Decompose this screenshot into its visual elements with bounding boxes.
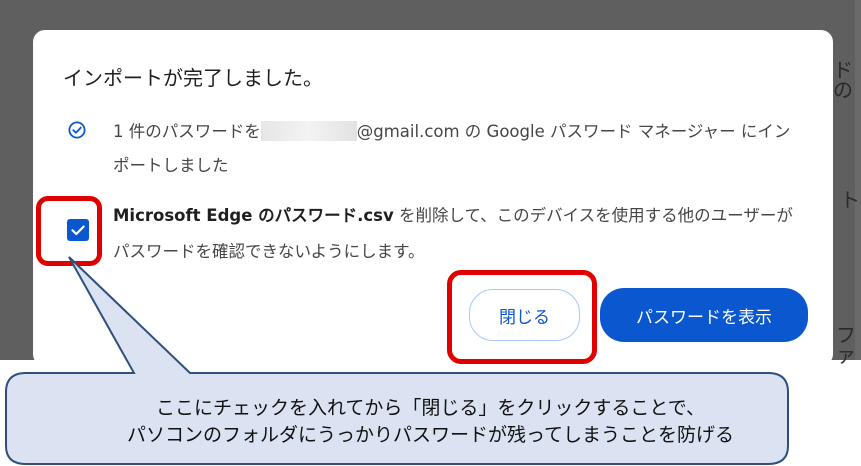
- callout-line-1: ここにチェックを入れてから「閉じる」をクリックすることで、: [155, 397, 706, 419]
- delete-file-text: Microsoft Edge のパスワード.csv を削除して、このデバイスを使…: [113, 198, 803, 270]
- checkmark-icon: [71, 225, 85, 236]
- background-text-fragment: ドの: [833, 58, 853, 102]
- scrollbar-track[interactable]: [855, 0, 861, 360]
- background-text-fragment: ファ: [836, 323, 856, 367]
- close-button[interactable]: 閉じる: [469, 289, 580, 341]
- import-summary-text: 1 件のパスワードを @gmail.com の Google パスワード マネージ…: [113, 115, 803, 183]
- show-passwords-button[interactable]: パスワードを表示: [600, 288, 808, 342]
- redacted-email: [260, 121, 357, 141]
- import-summary-prefix: 1 件のパスワードを: [113, 122, 261, 141]
- background-text-fragment: ト: [840, 188, 860, 212]
- callout-line-2: パソコンのフォルダにうっかりパスワードが残ってしまうことを防げる: [126, 424, 735, 446]
- delete-file-checkbox[interactable]: [67, 219, 89, 241]
- callout-text: ここにチェックを入れてから「閉じる」をクリックすることで、 パソコンのフォルダに…: [0, 395, 861, 449]
- check-circle-icon: [68, 121, 86, 139]
- dialog-title: インポートが完了しました。: [63, 66, 323, 90]
- csv-filename: Microsoft Edge のパスワード.csv: [113, 206, 394, 225]
